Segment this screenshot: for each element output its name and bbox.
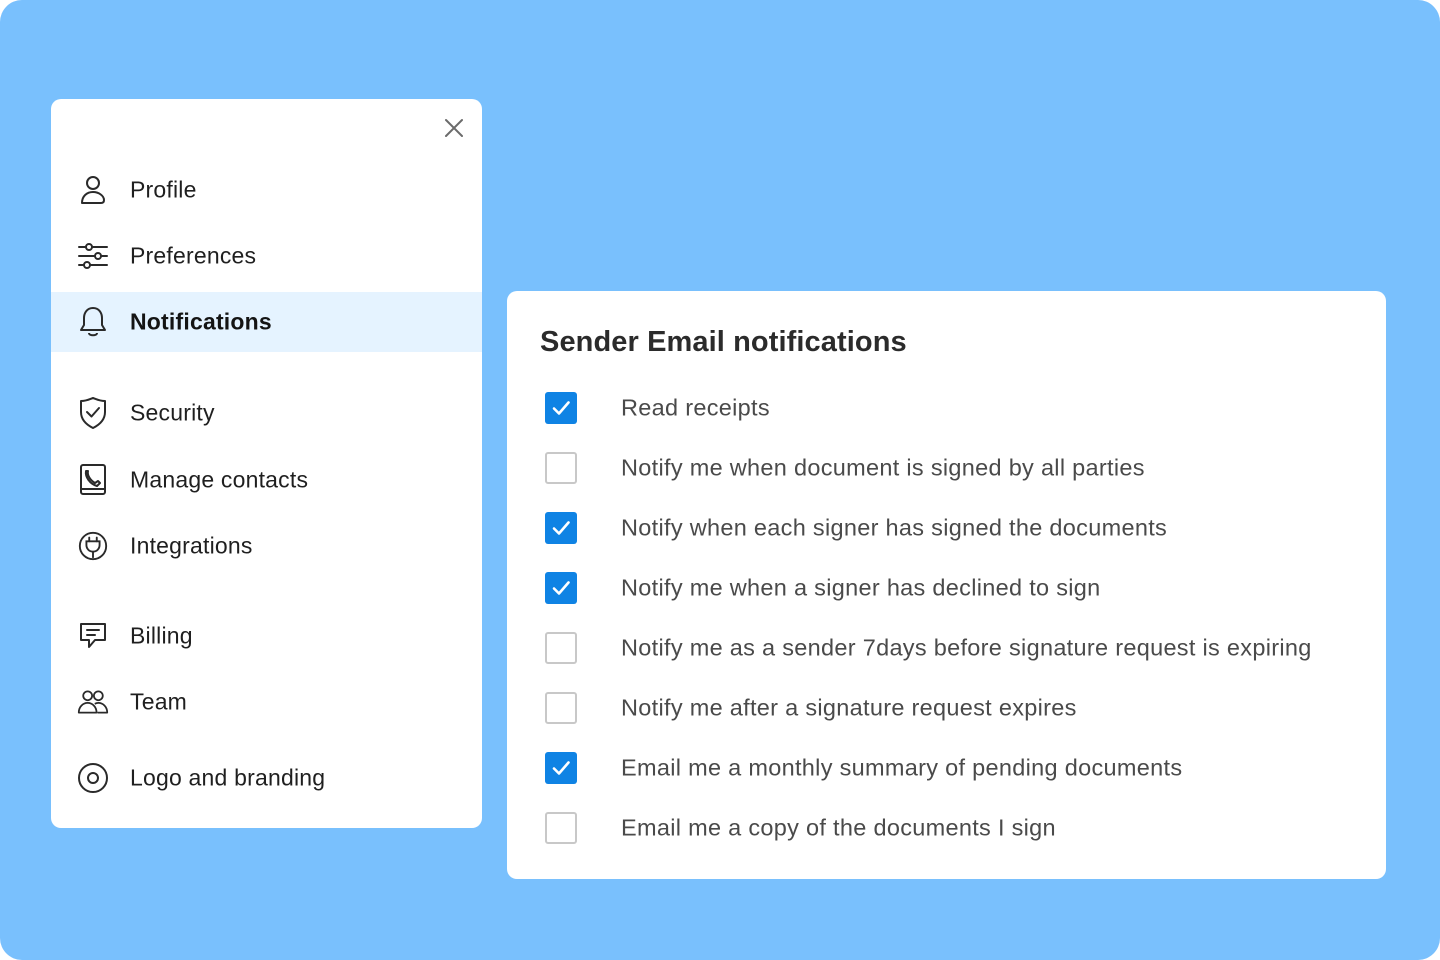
checkmark-icon [552,761,570,775]
close-icon [445,119,463,137]
sidebar-item-label: Preferences [130,242,257,269]
shield-check-icon [77,397,109,429]
notification-option: Read receipts [545,392,1365,424]
notification-option-label: Notify me after a signature request expi… [621,694,1077,721]
notification-checkbox[interactable] [545,752,577,784]
checkmark-icon [552,401,570,415]
sidebar-item-label: Profile [130,176,197,203]
panel-title: Sender Email notifications [540,326,907,358]
notification-checkbox[interactable] [545,452,577,484]
sidebar-item-label: Logo and branding [130,764,326,791]
sidebar-item-profile[interactable]: Profile [51,160,482,220]
notification-option: Notify when each signer has signed the d… [545,512,1365,544]
notification-option: Email me a monthly summary of pending do… [545,752,1365,784]
notification-option-label: Notify me when a signer has declined to … [621,574,1101,601]
sidebar-item-preferences[interactable]: Preferences [51,226,482,286]
sidebar-item-label: Billing [130,622,193,649]
notification-option-label: Read receipts [621,394,770,421]
contact-book-icon [77,464,109,496]
notification-checkbox[interactable] [545,572,577,604]
notification-option: Notify me as a sender 7days before signa… [545,632,1365,664]
sidebar-item-manage-contacts[interactable]: Manage contacts [51,450,482,510]
notification-checkbox[interactable] [545,692,577,724]
notification-option: Notify me when a signer has declined to … [545,572,1365,604]
sidebar-item-team[interactable]: Team [51,672,482,732]
sliders-icon [77,240,109,272]
notification-checkbox[interactable] [545,812,577,844]
notification-checkbox[interactable] [545,632,577,664]
receipt-icon [77,620,109,652]
notification-option-label: Notify me as a sender 7days before signa… [621,634,1312,661]
sidebar-item-label: Team [130,688,188,715]
close-button[interactable] [440,114,468,142]
sidebar-item-integrations[interactable]: Integrations [51,516,482,576]
sidebar-item-security[interactable]: Security [51,383,482,443]
checkmark-icon [552,581,570,595]
sidebar-item-label: Notifications [130,308,272,335]
notification-option-label: Notify when each signer has signed the d… [621,514,1168,541]
plug-icon [77,530,109,562]
notification-option-label: Email me a monthly summary of pending do… [621,754,1183,781]
brand-circle-icon [77,762,109,794]
bell-icon [77,306,109,338]
user-icon [77,174,109,206]
sidebar-item-logo-branding[interactable]: Logo and branding [51,748,482,808]
notification-option: Email me a copy of the documents I sign [545,812,1365,844]
notification-option-label: Email me a copy of the documents I sign [621,814,1056,841]
notification-checkbox[interactable] [545,512,577,544]
sidebar-item-billing[interactable]: Billing [51,606,482,666]
notification-option: Notify me after a signature request expi… [545,692,1365,724]
sidebar-item-label: Integrations [130,532,253,559]
notification-option-label: Notify me when document is signed by all… [621,454,1145,481]
sidebar-item-label: Manage contacts [130,466,309,493]
notification-option: Notify me when document is signed by all… [545,452,1365,484]
sidebar-item-notifications[interactable]: Notifications [51,292,482,352]
notification-checkbox[interactable] [545,392,577,424]
checkmark-icon [552,521,570,535]
sidebar-item-label: Security [130,399,215,426]
team-icon [77,686,109,718]
